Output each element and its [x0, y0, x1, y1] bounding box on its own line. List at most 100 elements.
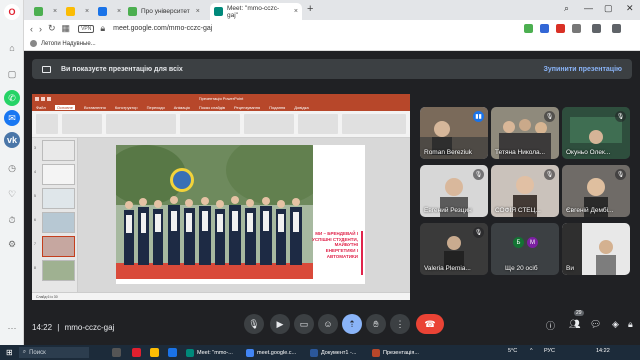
participant-tile[interactable]: 🎙︎ Евгений Резцин — [420, 165, 488, 217]
more-icon[interactable]: ··· — [4, 320, 20, 336]
menu-slideshow[interactable]: Показ слайдів — [199, 105, 225, 110]
slides-group[interactable] — [62, 114, 102, 134]
menu-help[interactable]: Довідка — [294, 105, 308, 110]
url-field[interactable]: meet.google.com/mmo-cczc-gaj — [113, 25, 212, 32]
more-participants-tile[interactable]: Б М Ще 20 осіб — [491, 223, 559, 275]
more-options-button[interactable]: ⋮ — [390, 314, 410, 334]
task-view-icon[interactable] — [112, 348, 121, 357]
search-tabs-icon[interactable]: ⌕ — [564, 3, 569, 14]
speed-dial-icon[interactable]: ▢ — [4, 66, 20, 82]
tab-3[interactable]: × — [94, 3, 124, 20]
participant-tile[interactable]: 🎙︎ Євгеній Дембі... — [562, 165, 630, 217]
tab-meet[interactable]: Meet: "mmo-cczc-gaj" × — [210, 3, 302, 20]
folder-icon[interactable] — [150, 348, 159, 357]
taskbar-app[interactable]: Презентація... — [372, 347, 419, 358]
tab-2[interactable]: × — [62, 3, 92, 20]
opera-icon[interactable] — [132, 348, 141, 357]
messenger-icon[interactable]: ✉ — [4, 110, 20, 126]
windows-start-icon[interactable]: ⊞ — [6, 348, 13, 357]
menu-design[interactable]: Конструктор — [115, 105, 138, 110]
weather-text[interactable]: 5°C — [508, 348, 517, 354]
participant-tile[interactable]: ▮▮ Roman Bereziuk — [420, 107, 488, 159]
reload-icon[interactable]: ↻ — [48, 23, 56, 34]
menu-insert[interactable]: Вставлення — [84, 105, 106, 110]
slide-thumbnail[interactable] — [42, 164, 75, 185]
raise-hand-button[interactable]: ✋︎ — [366, 314, 386, 334]
taskbar-app[interactable]: Документ1 -... — [310, 347, 356, 358]
chat-icon[interactable]: 💬︎ — [590, 319, 601, 330]
clock-icon[interactable]: ⏱ — [4, 212, 20, 228]
vpn-badge[interactable]: VPN — [78, 24, 95, 33]
extension-icon[interactable] — [524, 24, 533, 33]
stop-presenting-button[interactable]: Зупинити презентацію — [544, 66, 622, 73]
styles-group[interactable] — [298, 114, 338, 134]
close-tab-icon[interactable]: × — [117, 8, 121, 15]
close-tab-icon[interactable]: × — [294, 8, 298, 15]
drawing-group[interactable] — [244, 114, 294, 134]
participant-tile[interactable]: 🎙︎ Valeria Plemia... — [420, 223, 488, 275]
heart-icon[interactable]: ♡ — [4, 186, 20, 202]
current-slide[interactable]: МИ – БРЕНДЕВАЙ І УСПІШНІ СТУДЕНТИ, МАЙБУ… — [116, 145, 365, 284]
lock-meeting-icon[interactable]: 🔒︎ — [628, 319, 633, 330]
captions-button[interactable]: ▭ — [294, 314, 314, 334]
leave-call-button[interactable]: ☎ — [416, 314, 444, 334]
mic-button[interactable]: 🎙︎ — [244, 314, 264, 334]
home-icon[interactable]: ⌂ — [4, 40, 20, 56]
slide-thumbnail[interactable] — [42, 260, 75, 281]
taskbar-app[interactable]: meet.google.c... — [246, 347, 296, 358]
close-tab-icon[interactable]: × — [53, 8, 57, 15]
language-indicator[interactable]: РУС — [544, 348, 555, 354]
menu-home[interactable]: Основне — [54, 104, 75, 110]
clock-text[interactable]: 14:22 — [596, 348, 610, 354]
lock-icon[interactable]: 🔒︎ — [100, 23, 105, 34]
close-tab-icon[interactable]: × — [196, 8, 200, 15]
app-icon[interactable] — [168, 348, 177, 357]
participant-tile[interactable]: 🎙︎ Тетяна Никола... — [491, 107, 559, 159]
participant-tile[interactable]: 🎙︎ СОФІЯ СТЕЦ... — [491, 165, 559, 217]
self-view-tile[interactable]: Ви — [562, 223, 630, 275]
slide-thumbnail[interactable] — [42, 212, 75, 233]
participant-tile[interactable]: 🎙︎ Окуньо Олек... — [562, 107, 630, 159]
taskbar-search[interactable]: ⌕ Поиск — [18, 347, 89, 358]
opera-logo-icon[interactable]: O — [4, 4, 20, 20]
menu-transitions[interactable]: Переходи — [147, 105, 165, 110]
paste-group[interactable] — [36, 114, 58, 134]
meeting-details-icon[interactable]: ⓘ — [546, 319, 555, 332]
menu-file[interactable]: Файл — [36, 105, 46, 110]
menu-review[interactable]: Рецензування — [234, 105, 260, 110]
speed-dial-grid-icon[interactable]: ▦ — [62, 23, 71, 34]
paragraph-group[interactable] — [180, 114, 240, 134]
menu-icon[interactable] — [612, 24, 621, 33]
taskbar-app[interactable]: Meet: "mmo-... — [186, 347, 233, 358]
slide-thumbnail-selected[interactable] — [42, 236, 75, 257]
bookmark-item[interactable]: Летопи Надувные... — [41, 41, 96, 47]
editing-group[interactable] — [342, 114, 406, 134]
menu-view[interactable]: Подання — [269, 105, 285, 110]
slide-thumbnail[interactable] — [42, 140, 75, 161]
extensions-puzzle-icon[interactable] — [572, 24, 581, 33]
emoji-button[interactable]: ☺ — [318, 314, 338, 334]
minimize-icon[interactable]: — — [584, 3, 593, 13]
settings-gear-icon[interactable]: ⚙ — [4, 236, 20, 252]
present-now-button[interactable]: ⇡ — [342, 314, 362, 334]
camera-button[interactable]: ▶ — [270, 314, 290, 334]
extension-icon[interactable] — [540, 24, 549, 33]
vk-icon[interactable]: vk — [4, 132, 20, 148]
whatsapp-icon[interactable]: ✆ — [4, 90, 20, 106]
activities-icon[interactable]: ◈ — [612, 319, 619, 330]
slide-thumbnail[interactable] — [42, 188, 75, 209]
close-tab-icon[interactable]: × — [85, 8, 89, 15]
extension-icon[interactable] — [556, 24, 565, 33]
tray-chevron-icon[interactable]: ^ — [530, 348, 533, 354]
download-icon[interactable] — [592, 24, 601, 33]
font-group[interactable] — [106, 114, 176, 134]
back-icon[interactable]: ‹ — [30, 24, 33, 34]
history-icon[interactable]: ◷ — [4, 160, 20, 176]
menu-animations[interactable]: Анімація — [174, 105, 190, 110]
forward-icon[interactable]: › — [39, 24, 42, 34]
close-window-icon[interactable]: ✕ — [626, 3, 634, 14]
new-tab-button[interactable]: + — [307, 3, 313, 15]
maximize-icon[interactable]: ▢ — [604, 3, 613, 14]
tab-university[interactable]: Про університет × — [124, 3, 214, 20]
tab-1[interactable]: × — [30, 3, 60, 20]
